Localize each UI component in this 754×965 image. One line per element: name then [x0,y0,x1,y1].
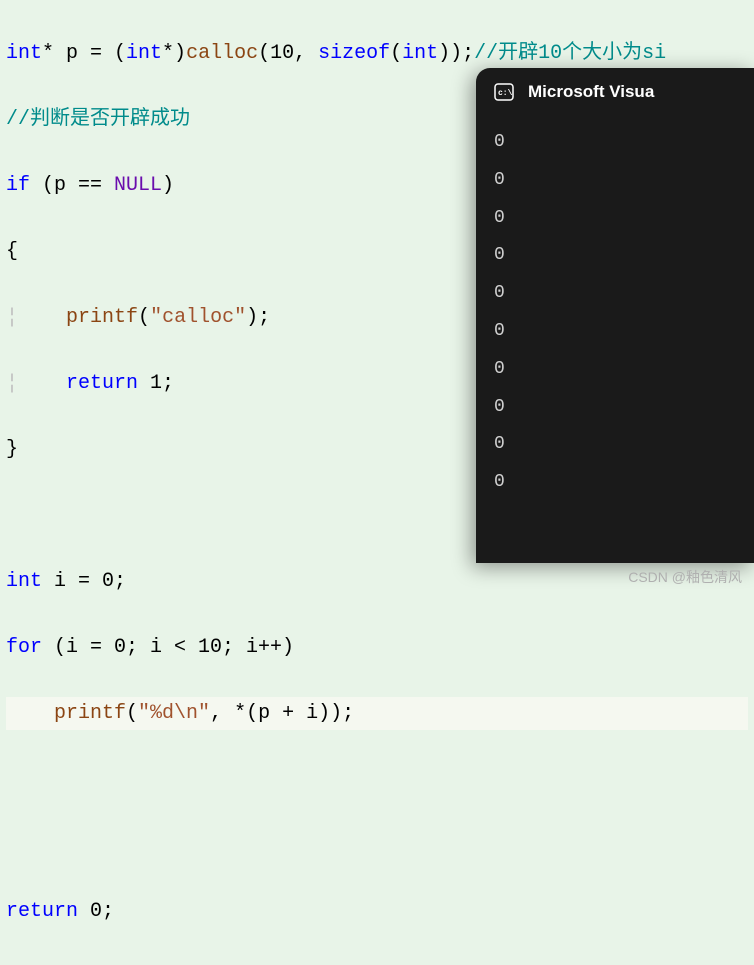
output-line: 0 [494,237,736,275]
keyword-int: int [6,570,42,593]
keyword-for: for [6,636,42,659]
string-literal: "%d\n" [138,702,210,725]
comment: //判断是否开辟成功 [6,108,190,131]
terminal-output: 0 0 0 0 0 0 0 0 0 0 [476,112,754,514]
terminal-title-text: Microsoft Visua [528,82,654,102]
null-literal: NULL [114,174,162,197]
keyword-sizeof: sizeof [318,42,390,65]
output-line: 0 [494,426,736,464]
code-line [6,829,748,862]
terminal-icon: c:\ [494,82,514,102]
keyword-int: int [6,42,42,65]
keyword-return: return [18,372,138,395]
output-line: 0 [494,162,736,200]
output-line: 0 [494,389,736,427]
code-line: return 0; [6,895,748,928]
comment: //开辟10个大小为si [474,42,666,65]
terminal-window[interactable]: c:\ Microsoft Visua 0 0 0 0 0 0 0 0 0 0 [476,68,754,563]
code-line [6,763,748,796]
code-line-highlighted: printf("%d\n", *(p + i)); [6,697,748,730]
func-calloc: calloc [186,42,258,65]
keyword-if: if [6,174,30,197]
output-line: 0 [494,464,736,502]
output-line: 0 [494,200,736,238]
terminal-titlebar[interactable]: c:\ Microsoft Visua [476,68,754,112]
func-printf: printf [18,306,138,329]
func-printf: printf [6,702,126,725]
output-line: 0 [494,275,736,313]
code-line: for (i = 0; i < 10; i++) [6,631,748,664]
output-line: 0 [494,351,736,389]
code-line: int* p = (int*)calloc(10, sizeof(int));/… [6,37,748,70]
keyword-return: return [6,900,78,923]
output-line: 0 [494,313,736,351]
svg-text:c:\: c:\ [498,89,513,98]
watermark-text: CSDN @釉色清风 [628,567,742,587]
string-literal: "calloc" [150,306,246,329]
output-line: 0 [494,124,736,162]
